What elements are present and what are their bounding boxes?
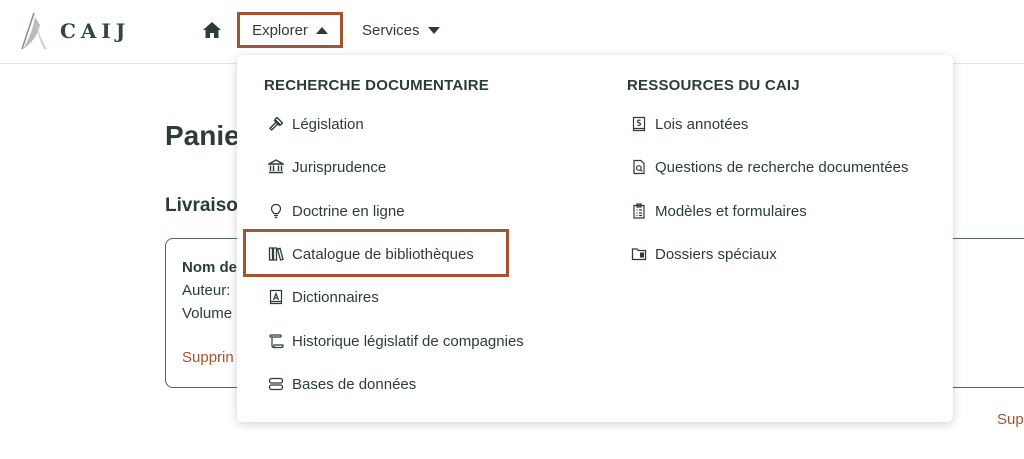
section-title: Livraiso bbox=[165, 195, 238, 216]
dictionary-icon bbox=[269, 289, 283, 305]
delete-item-link[interactable]: Supprin bbox=[182, 349, 234, 366]
gavel-icon bbox=[269, 116, 284, 131]
scroll-icon bbox=[269, 334, 284, 349]
menu-item-dictionnaires[interactable]: Dictionnaires bbox=[268, 285, 379, 309]
books-icon bbox=[268, 247, 284, 261]
menu-item-label: Historique législatif de compagnies bbox=[292, 332, 524, 350]
menu-item-label: Catalogue de bibliothèques bbox=[292, 245, 474, 263]
menu-item-label: Jurisprudence bbox=[292, 158, 387, 176]
caij-logo-icon bbox=[21, 12, 47, 50]
menu-item-catalogue[interactable]: Catalogue de bibliothèques bbox=[268, 242, 474, 266]
menu-item-modeles-formulaires[interactable]: Modèles et formulaires bbox=[631, 199, 807, 223]
courthouse-icon bbox=[268, 159, 284, 174]
menu-item-label: Dossiers spéciaux bbox=[655, 245, 777, 263]
menu-item-questions-recherche[interactable]: Questions de recherche documentées bbox=[631, 155, 908, 179]
caret-up-icon bbox=[315, 26, 328, 34]
document-search-icon bbox=[633, 159, 645, 175]
menu-item-jurisprudence[interactable]: Jurisprudence bbox=[268, 155, 386, 179]
item-volume-label: Volume bbox=[182, 305, 233, 322]
menu-item-doctrine[interactable]: Doctrine en ligne bbox=[268, 199, 405, 223]
explorer-menu-button[interactable]: Explorer bbox=[237, 12, 343, 48]
database-icon bbox=[268, 377, 284, 391]
delete-all-link[interactable]: Sup bbox=[997, 411, 1024, 428]
menu-item-historique[interactable]: Historique législatif de compagnies bbox=[268, 329, 524, 353]
menu-item-label: Doctrine en ligne bbox=[292, 202, 405, 220]
menu-item-label: Législation bbox=[292, 115, 364, 133]
menu-item-legislation[interactable]: Législation bbox=[268, 112, 364, 136]
caret-down-icon bbox=[427, 26, 440, 34]
menu-item-lois-annotees[interactable]: Lois annotées bbox=[631, 112, 748, 136]
menu-item-label: Dictionnaires bbox=[292, 288, 379, 306]
menu-item-bases-donnees[interactable]: Bases de données bbox=[268, 372, 416, 396]
column-heading-recherche: RECHERCHE DOCUMENTAIRE bbox=[264, 77, 489, 94]
page-title: Panie bbox=[165, 120, 240, 151]
menu-item-dossiers-speciaux[interactable]: Dossiers spéciaux bbox=[631, 242, 777, 266]
menu-item-label: Lois annotées bbox=[655, 115, 749, 133]
item-name-label: Nom de bbox=[182, 259, 238, 276]
annotated-law-icon bbox=[632, 116, 646, 132]
clipboard-icon bbox=[633, 203, 645, 219]
services-menu-button[interactable]: Services bbox=[362, 12, 440, 48]
services-label: Services bbox=[362, 21, 420, 39]
home-button[interactable] bbox=[202, 21, 224, 41]
lightbulb-icon bbox=[270, 203, 282, 219]
logo-text: CAIJ bbox=[60, 19, 131, 43]
item-author-label: Auteur: bbox=[182, 282, 231, 299]
menu-item-label: Questions de recherche documentées bbox=[655, 158, 909, 176]
home-icon bbox=[203, 22, 221, 38]
menu-item-label: Bases de données bbox=[292, 375, 417, 393]
explorer-label: Explorer bbox=[252, 21, 308, 39]
folder-icon bbox=[631, 248, 647, 261]
menu-item-label: Modèles et formulaires bbox=[655, 202, 807, 220]
column-heading-ressources: RESSOURCES DU CAIJ bbox=[627, 77, 800, 94]
explorer-dropdown-menu: RECHERCHE DOCUMENTAIRE RESSOURCES DU CAI… bbox=[237, 55, 953, 422]
caij-logo[interactable]: CAIJ bbox=[14, 8, 130, 54]
